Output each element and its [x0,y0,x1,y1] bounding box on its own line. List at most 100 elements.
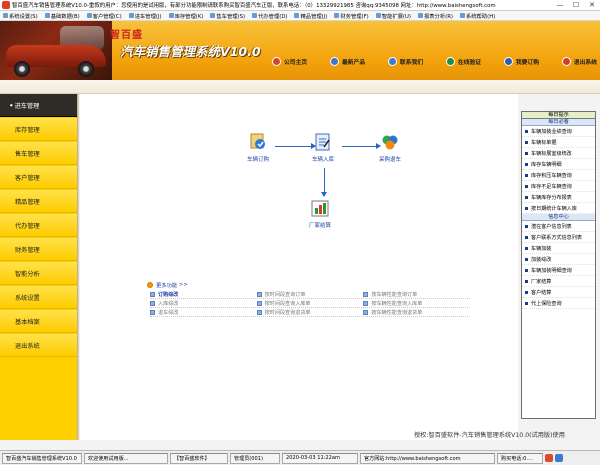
menu-customers[interactable]: 客户管理(C) [84,12,126,20]
tip-link[interactable]: 车辆加装明细查询 [522,265,595,276]
more-function-link[interactable]: 按车辆性能查询订单 [363,291,470,298]
menu-purchasing[interactable]: 进车管理(J) [126,12,166,20]
sidebar-item-0[interactable]: 进车管理 [0,94,77,117]
more-function-link[interactable]: 入库综改 [150,300,257,307]
copyright-text: 授权:智百盛软件-汽车销售管理系统V10.0(试用版)使用 [414,432,565,439]
more-function-link[interactable]: 按时间段查询入库单 [256,300,364,307]
banner-strip [0,80,600,94]
menu-bar: 系统设置(S) 基础数据(B) 客户管理(C) 进车管理(J) 库存管理(K) … [0,11,600,21]
menu-inventory[interactable]: 库存管理(K) [166,12,208,20]
more-function-label: 按车辆性能查询订单 [371,291,418,298]
tip-link[interactable]: 按日期统计车辆入库 [522,203,595,214]
flow-arrow [275,143,316,149]
flow-label: 车辆入库 [312,157,335,163]
minimize-button[interactable]: — [552,0,568,11]
tips-header: 每日提示 [522,112,595,119]
sidebar-item-8[interactable]: 系统设置 [0,286,77,309]
tip-link[interactable]: 车辆标展室级统改 [522,148,595,159]
return-balls-icon [380,132,400,152]
tip-link[interactable]: 车辆标单据 [522,137,595,148]
top-nav-links: 公司主页 最新产品 联系我们 在线验证 我要订购 退出系统 [272,57,597,66]
tip-link[interactable]: 车辆加装业绩查询 [522,126,595,137]
top-link-3[interactable]: 在线验证 [445,57,481,66]
tip-link[interactable]: 客户结算 [522,287,595,298]
top-link-4[interactable]: 我要订购 [503,57,539,66]
car-banner-image [0,21,112,80]
menu-system-settings[interactable]: 系统设置(S) [0,12,42,20]
sidebar-item-1[interactable]: 库存管理 [0,118,77,141]
flow-vehicle-order[interactable]: 车辆订购 [247,132,269,163]
app-icon [2,1,10,9]
maximize-button[interactable]: ☐ [568,0,584,11]
tip-link[interactable]: 客户联系方式信息列表 [522,232,595,243]
flow-factory-settlement[interactable]: 厂家结算 [309,198,331,229]
top-link-0[interactable]: 公司主页 [272,57,307,66]
top-link-2[interactable]: 联系我们 [387,57,423,66]
menu-label: 基础数据(B) [50,13,80,20]
sidebar: 进车管理库存管理售车管理客户管理精品管理代办管理财务管理智能分析系统设置基本档案… [0,94,77,440]
sidebar-item-3[interactable]: 客户管理 [0,166,77,189]
more-functions-icon [147,282,153,288]
tip-link[interactable]: 库存积压车辆查询 [522,170,595,181]
tip-link[interactable]: 加装综改 [522,254,595,265]
tip-link[interactable]: 厂家结算 [522,276,595,287]
menu-accessories[interactable]: 精品管理(J) [291,12,331,20]
order-icon [503,57,513,66]
brand-logo: 智百盛 [110,30,143,41]
flow-label: 厂家结算 [309,223,332,229]
document-icon [256,291,262,297]
menu-label: 系统帮助(H) [465,13,496,20]
top-link-1[interactable]: 最新产品 [329,57,365,66]
tip-link[interactable]: 潜在客户信息列表 [522,221,595,232]
status-company: 【智百盛软件】 [170,452,228,464]
sidebar-item-9[interactable]: 基本档案 [0,310,77,333]
menu-finance[interactable]: 财务管理(F) [331,12,372,20]
more-row: 入库综改 按时间段查询入库单 按车辆性能查询入库单 [150,299,470,308]
tray-icon[interactable] [555,454,563,462]
sidebar-item-6[interactable]: 财务管理 [0,238,77,261]
status-app: 智百盛汽车销售管理系统V10.0 [2,452,82,464]
sidebar-item-10[interactable]: 退出系统 [0,334,77,357]
exit-icon [561,57,571,66]
more-function-label: 按时间段查询退货单 [264,309,311,316]
more-function-link[interactable]: 订购综改 [150,291,257,298]
more-row: 退车综改 按时间段查询退货单 按车辆性能查询退货单 [150,308,470,317]
menu-icon [459,13,465,18]
sidebar-item-7[interactable]: 智能分析 [0,262,77,285]
menu-basic-data[interactable]: 基础数据(B) [42,12,84,20]
menu-reports[interactable]: 报表分析(R) [415,12,457,20]
tips-list-info-center: 潜在客户信息列表 客户联系方式信息列表 车辆加装 加装综改 车辆加装明细查询 厂家结算 客户… [522,221,595,309]
tip-link[interactable]: 库存不足车辆查询 [522,181,595,192]
tray-icon[interactable] [545,454,553,462]
tip-link[interactable]: 车辆库存分布报表 [522,192,595,203]
flow-purchase-return[interactable]: 采购退车 [379,132,401,163]
sidebar-item-2[interactable]: 售车管理 [0,142,77,165]
more-functions-grid: 订购综改 按时间段查询订单 按车辆性能查询订单 入库综改 按时间段查询入库单 按车辆性能查… [150,290,470,317]
close-button[interactable]: ✕ [584,0,600,11]
tip-link[interactable]: 库存车辆明细 [522,159,595,170]
status-user: 管理员(001) [230,452,280,464]
tips-section-must-read: 每日必看 [522,119,595,126]
flow-vehicle-inbound[interactable]: 车辆入库 [312,132,334,163]
more-function-link[interactable]: 按时间段查询退货单 [256,309,364,316]
more-function-link[interactable]: 按车辆性能查询入库单 [363,300,470,307]
menu-agency[interactable]: 代办管理(D) [249,12,291,20]
main-panel: 车辆订购 车辆入库 采购退车 厂家结算 更多功能 >> 订购综改 按时间段查询订单… [80,94,565,440]
more-function-link[interactable]: 按时间段查询订单 [256,291,364,298]
tip-link[interactable]: 车辆加装 [522,243,595,254]
menu-label: 精品管理(J) [300,13,328,20]
menu-extensions[interactable]: 智能扩展(U) [373,12,415,20]
top-link-5[interactable]: 退出系统 [561,57,597,66]
tip-link[interactable]: 代上保险查询 [522,298,595,309]
verify-icon [445,57,455,66]
more-functions-title[interactable]: 更多功能 >> [147,281,188,289]
menu-sales[interactable]: 售车管理(S) [207,12,249,20]
menu-help[interactable]: 系统帮助(H) [457,12,499,20]
contact-icon [387,57,397,66]
more-function-link[interactable]: 退车综改 [150,309,257,316]
document-icon [256,300,262,306]
more-function-link[interactable]: 按车辆性能查询退货单 [363,309,470,316]
sidebar-item-5[interactable]: 代办管理 [0,214,77,237]
sidebar-item-4[interactable]: 精品管理 [0,190,77,213]
home-globe-icon [272,57,281,66]
